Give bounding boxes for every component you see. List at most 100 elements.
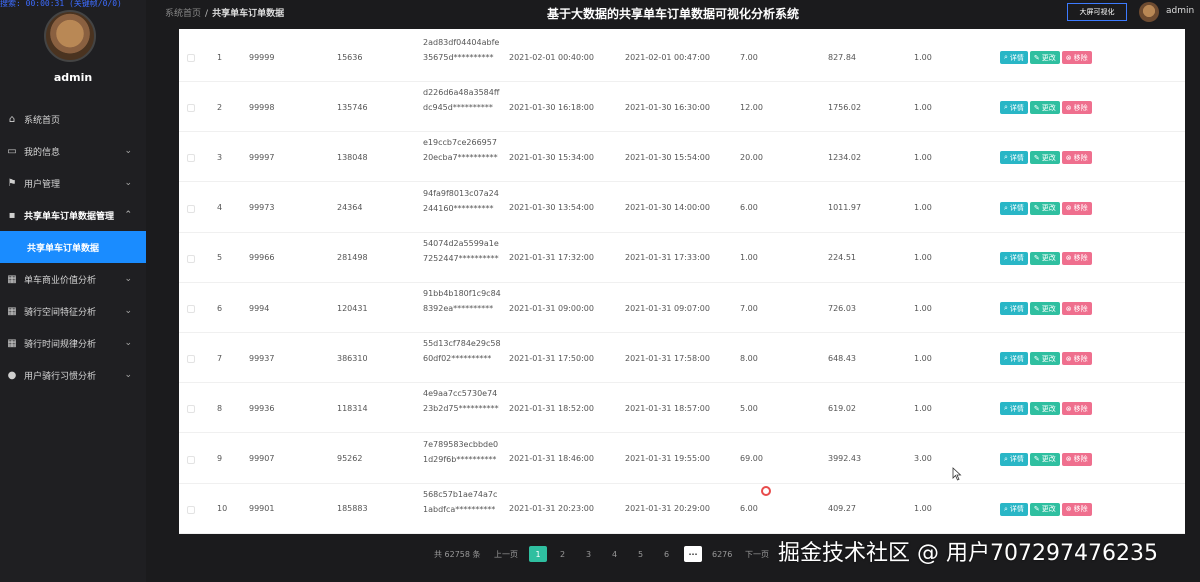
row-checkbox[interactable] [187, 204, 195, 213]
table-row: 8 99936 118314 4e9aa7cc5730e7423b2d75******… [179, 383, 1185, 434]
cell-user: 138048 [337, 152, 368, 162]
row-checkbox[interactable] [187, 505, 195, 514]
page-1-button[interactable]: 1 [529, 546, 547, 562]
sidebar-item-label: 骑行空间特征分析 [24, 307, 97, 318]
page-ellipsis-button[interactable]: ··· [684, 546, 702, 562]
cell-end: 2021-01-31 20:29:00 [625, 504, 710, 514]
chevron-up-icon: ⌃ [124, 210, 132, 220]
edit-button[interactable]: ✎ 更改 [1029, 151, 1060, 165]
row-checkbox[interactable] [187, 154, 195, 163]
remove-button[interactable]: ⊗ 移除 [1061, 151, 1092, 165]
row-checkbox[interactable] [187, 104, 195, 113]
row-checkbox[interactable] [187, 405, 195, 414]
cell-distance: 1234.02 [828, 152, 862, 162]
detail-label: 详情 [1009, 103, 1024, 112]
chevron-down-icon: ⌄ [124, 370, 132, 380]
edit-label: 更改 [1041, 354, 1056, 363]
detail-button[interactable]: ⌕ 详情 [1000, 352, 1028, 366]
remove-button[interactable]: ⊗ 移除 [1061, 452, 1092, 466]
remove-button[interactable]: ⊗ 移除 [1061, 201, 1092, 215]
sidebar-item-order-management[interactable]: ▪ 共享单车订单数据管理 ⌃ [0, 199, 146, 231]
sidebar-subitem-order-data[interactable]: 共享单车订单数据 [0, 231, 146, 263]
page-2-button[interactable]: 2 [560, 546, 565, 562]
remove-button[interactable]: ⊗ 移除 [1061, 502, 1092, 516]
edit-button[interactable]: ✎ 更改 [1029, 502, 1060, 516]
edit-button[interactable]: ✎ 更改 [1029, 452, 1060, 466]
cell-idx: 8 [217, 403, 223, 413]
click-ring-indicator [761, 486, 771, 496]
bigscreen-button[interactable]: 大屏可视化 [1067, 3, 1127, 21]
detail-icon: ⌕ [1004, 153, 1008, 162]
cell-start: 2021-01-30 16:18:00 [509, 102, 594, 112]
remove-label: 移除 [1073, 103, 1088, 112]
remove-button[interactable]: ⊗ 移除 [1061, 302, 1092, 315]
page-6-button[interactable]: 6 [664, 546, 669, 562]
header-avatar[interactable] [1139, 2, 1159, 22]
detail-button[interactable]: ⌕ 详情 [1000, 51, 1028, 64]
page-3-button[interactable]: 3 [586, 546, 591, 562]
next-page-button[interactable]: 下一页 [745, 546, 769, 562]
cell-fee: 3.00 [914, 454, 932, 464]
row-checkbox[interactable] [187, 455, 195, 464]
sidebar-item-time[interactable]: ▦ 骑行时间规律分析 ⌄ [0, 327, 146, 359]
page-4-button[interactable]: 4 [612, 546, 617, 562]
detail-button[interactable]: ⌕ 详情 [1000, 151, 1028, 165]
row-checkbox[interactable] [187, 305, 195, 313]
sidebar-item-user-management[interactable]: ⚑ 用户管理 ⌄ [0, 167, 146, 199]
cell-duration: 5.00 [740, 403, 758, 413]
detail-button[interactable]: ⌕ 详情 [1000, 502, 1028, 516]
breadcrumb-home[interactable]: 系统首页 [165, 9, 201, 19]
edit-button[interactable]: ✎ 更改 [1029, 201, 1060, 215]
sidebar-item-habits[interactable]: ● 用户骑行习惯分析 ⌄ [0, 359, 146, 391]
cell-idx: 2 [217, 102, 223, 112]
header-username[interactable]: admin [1166, 6, 1194, 16]
sidebar-item-my-info[interactable]: ▭ 我的信息 ⌄ [0, 135, 146, 167]
detail-button[interactable]: ⌕ 详情 [1000, 101, 1028, 115]
row-checkbox[interactable] [187, 355, 195, 364]
user-avatar[interactable] [44, 10, 96, 62]
detail-button[interactable]: ⌕ 详情 [1000, 251, 1028, 265]
remove-button[interactable]: ⊗ 移除 [1061, 352, 1092, 366]
sidebar-item-spatial[interactable]: ▦ 骑行空间特征分析 ⌄ [0, 295, 146, 327]
grid-icon: ▦ [7, 337, 17, 349]
edit-button[interactable]: ✎ 更改 [1029, 51, 1060, 64]
detail-button[interactable]: ⌕ 详情 [1000, 452, 1028, 466]
row-checkbox[interactable] [187, 254, 195, 263]
remove-button[interactable]: ⊗ 移除 [1061, 402, 1092, 416]
recording-banner: 搜索: 00:00:31 (关键帧/0/0) [0, 0, 122, 8]
sidebar-item-business-value[interactable]: ▦ 单车商业价值分析 ⌄ [0, 263, 146, 295]
cell-distance: 1756.02 [828, 102, 862, 112]
remove-button[interactable]: ⊗ 移除 [1061, 251, 1092, 265]
chevron-down-icon: ⌄ [124, 306, 132, 316]
row-actions: ⌕ 详情 ✎ 更改 ⊗ 移除 [1000, 302, 1092, 315]
sidebar-item-home[interactable]: ⌂ 系统首页 [0, 103, 146, 135]
chevron-down-icon: ⌄ [124, 338, 132, 348]
edit-button[interactable]: ✎ 更改 [1029, 302, 1060, 315]
remove-button[interactable]: ⊗ 移除 [1061, 101, 1092, 115]
prev-page-button[interactable]: 上一页 [494, 546, 518, 562]
cell-distance: 1011.97 [828, 203, 862, 213]
row-actions: ⌕ 详情 ✎ 更改 ⊗ 移除 [1000, 452, 1092, 466]
cell-id: 99907 [249, 454, 275, 464]
page-5-button[interactable]: 5 [638, 546, 643, 562]
edit-button[interactable]: ✎ 更改 [1029, 402, 1060, 416]
table-row: 9 99907 95262 7e789583ecbbde01d29f6b*******… [179, 434, 1185, 484]
cell-fee: 1.00 [914, 403, 932, 413]
cell-end: 2021-01-31 09:07:00 [625, 303, 710, 313]
cell-idx: 7 [217, 353, 223, 363]
cell-start: 2021-01-31 17:50:00 [509, 353, 594, 363]
edit-button[interactable]: ✎ 更改 [1029, 352, 1060, 366]
cell-user: 185883 [337, 504, 368, 514]
row-actions: ⌕ 详情 ✎ 更改 ⊗ 移除 [1000, 502, 1092, 516]
edit-button[interactable]: ✎ 更改 [1029, 101, 1060, 115]
detail-button[interactable]: ⌕ 详情 [1000, 201, 1028, 215]
page-last-button[interactable]: 6276 [712, 546, 732, 562]
remove-button[interactable]: ⊗ 移除 [1061, 51, 1092, 64]
detail-button[interactable]: ⌕ 详情 [1000, 302, 1028, 315]
detail-button[interactable]: ⌕ 详情 [1000, 402, 1028, 416]
row-checkbox[interactable] [187, 54, 195, 62]
cell-code: 54074d2a5599a1e7252447********** [423, 238, 499, 263]
edit-button[interactable]: ✎ 更改 [1029, 251, 1060, 265]
grid-icon: ▦ [7, 305, 17, 317]
cell-id: 99973 [249, 203, 275, 213]
